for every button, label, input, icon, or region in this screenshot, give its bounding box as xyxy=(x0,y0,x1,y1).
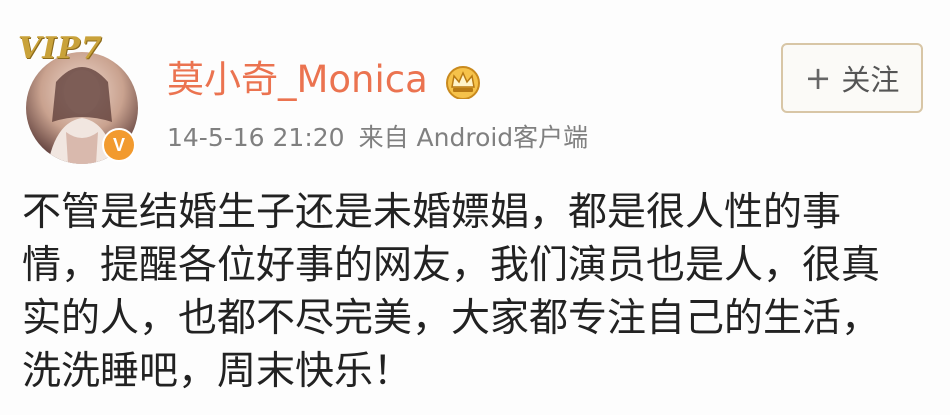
crown-icon xyxy=(446,66,480,99)
vip-badge: VIP7 xyxy=(18,31,103,66)
plus-icon: + xyxy=(804,59,832,97)
avatar-block[interactable]: VIP7 V xyxy=(18,31,138,164)
post-text-line: 洗洗睡吧，周末快乐！ xyxy=(22,349,413,394)
verified-badge-icon: V xyxy=(102,128,136,162)
weibo-post-card: VIP7 V 莫小奇_Monica 14-5-16 21:20 来自 Androi… xyxy=(0,0,950,415)
follow-label: 关注 xyxy=(841,63,900,97)
post-timestamp[interactable]: 14-5-16 21:20 xyxy=(167,123,345,152)
post-text-line: 情，提醒各位好事的网友，我们演员也是人，很真 xyxy=(22,243,881,288)
post-text-line: 实的人，也都不尽完美，大家都专注自己的生活， xyxy=(22,296,881,341)
follow-button[interactable]: + 关注 xyxy=(781,43,923,113)
username[interactable]: 莫小奇_Monica xyxy=(167,58,428,102)
post-content: 不管是结婚生子还是未婚嫖娼，都是很人性的事 情，提醒各位好事的网友，我们演员也是… xyxy=(22,186,922,398)
post-text-line: 不管是结婚生子还是未婚嫖娼，都是很人性的事 xyxy=(22,190,842,235)
post-meta: 14-5-16 21:20 来自 Android客户端 xyxy=(167,122,588,154)
post-source[interactable]: 来自 Android客户端 xyxy=(359,123,589,152)
